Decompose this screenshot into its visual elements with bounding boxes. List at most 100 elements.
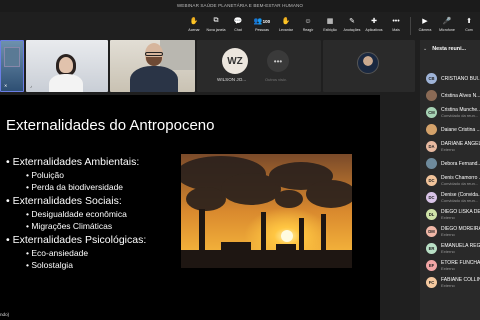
video-tile-participant-man[interactable] (110, 40, 195, 92)
participant-avatar: DC (426, 175, 437, 186)
participant-text: ETORE FUNCHA...Externo (441, 260, 480, 271)
participants-list: CB CRISTIANO BUI... Cristina Alves N... CM C… (420, 70, 480, 291)
participant-name-wz: WILSON JO... (217, 77, 247, 82)
participant-row[interactable]: CM Cristina Munche... Convidado da reun... (420, 104, 480, 121)
participant-text: Cristina Munche... Convidado da reun... (441, 107, 480, 118)
video-tile-avatar[interactable] (323, 40, 415, 92)
toolbar-button-label: Mais (392, 28, 400, 32)
toolbar-button-label: Reagir (302, 28, 314, 32)
video-tile-wz[interactable]: WZ WILSON JO... ••• Outros visiv. (197, 40, 321, 92)
chat-button[interactable]: 💬 Chat (227, 14, 249, 38)
video-tile-participant-woman[interactable]: ♪ (26, 40, 108, 92)
participant-role: Convidado da reun... (441, 113, 479, 118)
participant-row[interactable]: CB CRISTIANO BUI... (420, 70, 480, 87)
participant-name: CRISTIANO BUI... (441, 75, 480, 82)
bullet-item: Poluição (26, 170, 146, 180)
meeting-toolbar: ✋ Acenar ⧉ Nova janela 💬 Chat 👥 100 Pessoas ✋ Leva… (183, 14, 480, 38)
more-participants-icon[interactable]: ••• (267, 50, 289, 72)
participant-role: Externo (441, 283, 455, 288)
toolbar-separator (410, 17, 411, 35)
participant-row[interactable]: DC Denis Chamorro ... Convidado da reun... (420, 172, 480, 189)
participant-avatar: ER (426, 243, 437, 254)
participant-role: Externo (441, 266, 455, 271)
view-icon: ▦ (326, 18, 334, 25)
participant-row[interactable]: Cristina Alves N... (420, 87, 480, 104)
bullet-heading: Externalidades Sociais: (6, 195, 146, 207)
toolbar-button-label: Anotações (343, 28, 361, 32)
shared-presentation: Externalidades do Antropoceno Externalid… (0, 95, 380, 320)
participant-row[interactable]: DA DARIANE ANGEL...Externo (420, 138, 480, 155)
participant-row[interactable]: Daiane Cristina ... (420, 121, 480, 138)
new-window-button[interactable]: ⧉ Nova janela (205, 14, 227, 38)
participant-body (130, 66, 178, 92)
raise-hand-button[interactable]: ✋ Levantar (275, 14, 297, 38)
participant-avatar (426, 90, 437, 101)
participants-panel-title: Nesta reuni... (432, 46, 467, 52)
participant-role: Externo (441, 249, 455, 254)
raise-hand-icon: ✋ (281, 18, 291, 25)
people-icon: 👥 100 (253, 18, 271, 25)
toolbar-button-label: Acenar (188, 28, 200, 32)
slide-footer-note: ndo) (0, 312, 10, 317)
participant-text: DIEGO MOREIRA ...Externo (441, 226, 480, 237)
apps-button[interactable]: ✚ Aplicativos (363, 14, 385, 38)
participant-text: EMANUELA REG...Externo (441, 243, 480, 254)
participant-row[interactable]: Debora Fernand... (420, 155, 480, 172)
hand-wave-button[interactable]: ✋ Acenar (183, 14, 205, 38)
bullet-item: Migrações Climáticas (26, 221, 146, 231)
participant-role: Externo (441, 147, 455, 152)
chat-icon: 💬 (233, 18, 243, 25)
toolbar-button-label: Pessoas (255, 28, 269, 32)
participant-name: Debora Fernand... (441, 160, 480, 167)
participant-role: Convidado da reun... (441, 181, 479, 186)
participant-text: Daiane Cristina ... (441, 127, 480, 133)
participants-panel: ⌄ Nesta reuni... CB CRISTIANO BUI... Crist… (420, 40, 480, 320)
participant-avatar: FC (426, 277, 437, 288)
participant-role: Externo (441, 215, 455, 220)
more-button[interactable]: ••• Mais (385, 14, 407, 38)
people-button[interactable]: 👥 100 Pessoas (249, 14, 275, 38)
participant-face (59, 57, 73, 73)
video-tile-screen-share[interactable]: ✕ (0, 40, 24, 92)
toolbar-button-label: Microfone (439, 28, 455, 32)
background-shelf (160, 40, 195, 70)
react-button[interactable]: ☺ Reagir (297, 14, 319, 38)
bullet-item: Perda da biodiversidade (26, 182, 146, 192)
participant-avatar: DA (426, 141, 437, 152)
bullet-item: Eco-ansiedade (26, 248, 146, 258)
react-icon: ☺ (304, 17, 312, 25)
more-icon: ••• (392, 17, 400, 25)
participant-row[interactable]: FC FABIANE COLLIN...Externo (420, 274, 480, 291)
participant-row[interactable]: DC Denise (Convida... Convidado da reun... (420, 189, 480, 206)
mic-button[interactable]: 🎤 Microfone (436, 14, 458, 38)
participant-row[interactable]: DM DIEGO MOREIRA ...Externo (420, 223, 480, 240)
participant-text: DIEGO LISKA DE...Externo (441, 209, 480, 220)
view-button[interactable]: ▦ Exibição (319, 14, 341, 38)
mic-icon: ♪ (30, 84, 32, 89)
shared-screen-thumbnail (4, 47, 20, 67)
bullet-item: Solostalgia (26, 260, 146, 270)
notes-button[interactable]: ✎ Anotações (341, 14, 363, 38)
toolbar-button-label: Com (465, 28, 473, 32)
glasses-icon (145, 52, 163, 56)
participant-row[interactable]: EF ETORE FUNCHA...Externo (420, 257, 480, 274)
participant-row[interactable]: ER EMANUELA REG...Externo (420, 240, 480, 257)
toolbar-button-label: Aplicativos (365, 28, 383, 32)
apps-icon: ✚ (371, 18, 377, 25)
participant-avatar (426, 124, 437, 135)
slide-title: Externalidades do Antropoceno (6, 117, 215, 134)
industrial-smokestacks-image (181, 154, 352, 268)
chevron-down-icon[interactable]: ⌄ (423, 46, 427, 52)
bullet-heading: Externalidades Psicológicas: (6, 234, 147, 246)
participant-text: DARIANE ANGEL...Externo (441, 141, 480, 152)
notes-icon: ✎ (349, 18, 355, 25)
camera-button[interactable]: ▶ Câmera (414, 14, 436, 38)
participants-panel-header: ⌄ Nesta reuni... (420, 40, 480, 58)
participant-avatar: DL (426, 209, 437, 220)
avatar-photo (357, 52, 379, 74)
bullet-heading: Externalidades Ambientais: (6, 156, 146, 168)
participant-avatar: CM (426, 107, 437, 118)
share-button[interactable]: ⬆ Com (458, 14, 480, 38)
teams-meeting-window: WEBINAR SAÚDE PLANETÁRIA E BEM-ESTAR HUM… (0, 0, 480, 320)
participant-row[interactable]: DL DIEGO LISKA DE...Externo (420, 206, 480, 223)
